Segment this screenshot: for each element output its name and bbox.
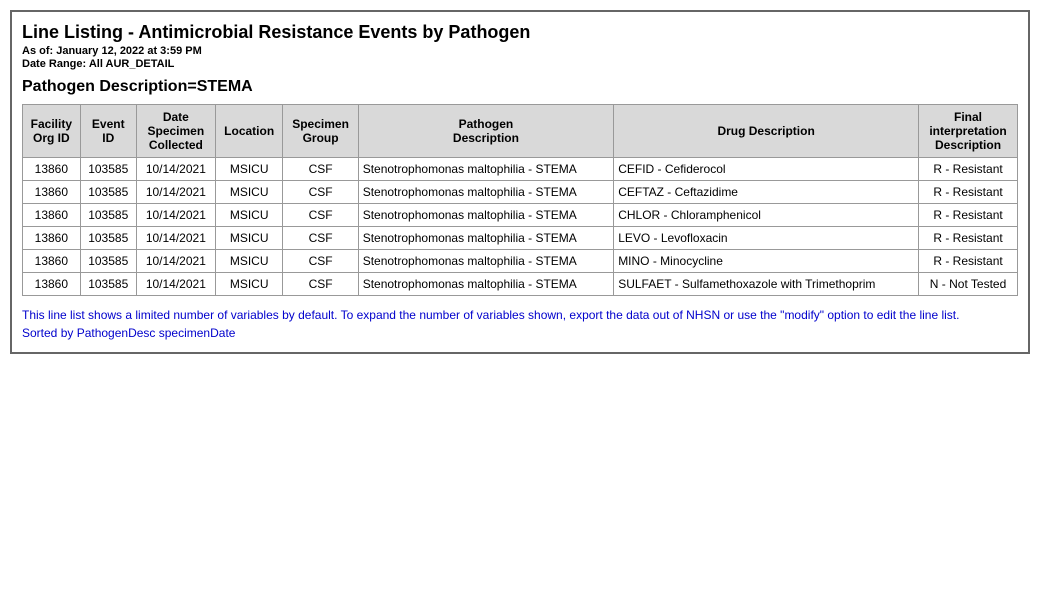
col-header-pathogen-description: PathogenDescription bbox=[358, 105, 614, 158]
filter-heading: Pathogen Description=STEMA bbox=[22, 78, 1018, 96]
data-table: FacilityOrg ID EventID DateSpecimenColle… bbox=[22, 104, 1018, 296]
footer-note-text: This line list shows a limited number of… bbox=[22, 308, 959, 322]
table-row: 1386010358510/14/2021MSICUCSFStenotropho… bbox=[23, 204, 1018, 227]
report-title: Line Listing - Antimicrobial Resistance … bbox=[22, 22, 1018, 43]
table-row: 1386010358510/14/2021MSICUCSFStenotropho… bbox=[23, 158, 1018, 181]
col-header-drug-description: Drug Description bbox=[614, 105, 919, 158]
col-header-event-id: EventID bbox=[80, 105, 136, 158]
col-header-specimen-group: SpecimenGroup bbox=[283, 105, 358, 158]
footer-sorted-by: Sorted by PathogenDesc specimenDate bbox=[22, 326, 235, 340]
table-row: 1386010358510/14/2021MSICUCSFStenotropho… bbox=[23, 181, 1018, 204]
col-header-location: Location bbox=[215, 105, 283, 158]
col-header-facility-org-id: FacilityOrg ID bbox=[23, 105, 81, 158]
table-row: 1386010358510/14/2021MSICUCSFStenotropho… bbox=[23, 273, 1018, 296]
footer-note: This line list shows a limited number of… bbox=[22, 306, 1018, 342]
col-header-final-interpretation: FinalinterpretationDescription bbox=[919, 105, 1018, 158]
table-row: 1386010358510/14/2021MSICUCSFStenotropho… bbox=[23, 227, 1018, 250]
report-as-of: As of: January 12, 2022 at 3:59 PM bbox=[22, 45, 1018, 57]
report-date-range: Date Range: All AUR_DETAIL bbox=[22, 58, 1018, 70]
table-row: 1386010358510/14/2021MSICUCSFStenotropho… bbox=[23, 250, 1018, 273]
col-header-date-collected: DateSpecimenCollected bbox=[136, 105, 215, 158]
table-header-row: FacilityOrg ID EventID DateSpecimenColle… bbox=[23, 105, 1018, 158]
report-container: Line Listing - Antimicrobial Resistance … bbox=[10, 10, 1030, 354]
